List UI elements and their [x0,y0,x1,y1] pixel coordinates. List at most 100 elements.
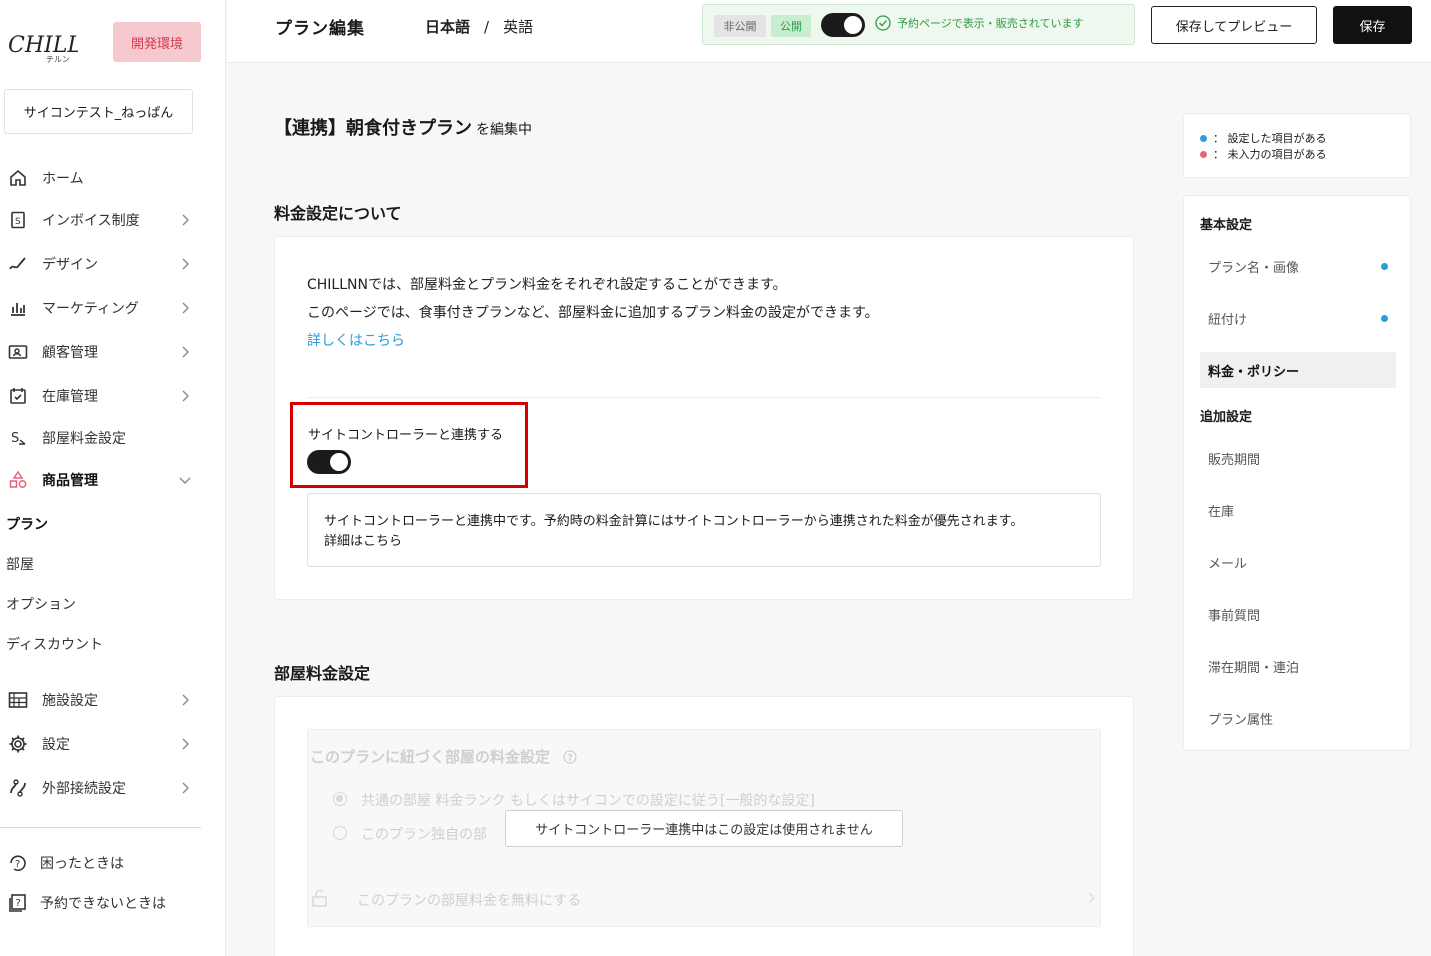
pink-dot-icon [1200,150,1207,158]
nav-products[interactable]: 商品管理 [0,460,226,500]
nav-customer[interactable]: 顧客管理 [0,332,226,372]
account-selector[interactable]: サイコンテスト_ねっぱん [4,89,193,134]
info-detail-link[interactable]: 詳細はこちら [324,532,1084,552]
toc-stock[interactable]: 在庫 [1200,492,1396,528]
chevron-down-icon [179,477,191,484]
site-controller-label: サイトコントローラーと連携する [308,428,504,443]
site-controller-toggle[interactable] [307,450,351,474]
save-button[interactable]: 保存 [1333,6,1412,44]
option-common: 共通の部屋 料金ランク もしくはサイコンでの設定に従う[一般的な設定] [361,793,815,809]
sidebar-divider [0,827,201,828]
section-room-price-title: 部屋料金設定 [274,664,371,683]
nav-design-label: デザイン [42,257,98,273]
desc-line-1: CHILLNNでは、部屋料金とプラン料金をそれぞれ設定することができます。 [307,277,787,293]
lang-separator: / [484,18,490,36]
room-price-setting-title: このプランに紐づく部屋の料金設定 ? [310,746,577,767]
chevron-right-icon [182,738,189,750]
lang-ja-tab[interactable]: 日本語 [425,18,470,36]
chevron-right-icon [182,346,189,358]
nav-inventory[interactable]: 在庫管理 [0,376,226,416]
option-custom: このプラン独自の部 [361,827,487,843]
nav-sub-plan[interactable]: プラン [6,514,48,534]
calendar-icon [8,386,28,406]
nav-marketing[interactable]: マーケティング [0,288,226,328]
toc-linking[interactable]: 紐付け [1200,300,1396,336]
legend-set-label: ： 設定した項目がある [1213,132,1327,145]
svg-text:?: ? [568,754,573,764]
chevron-right-icon [182,782,189,794]
nav-settings[interactable]: 設定 [0,724,226,764]
site-controller-info: サイトコントローラーと連携中です。予約時の料金計算にはサイトコントローラーから連… [307,493,1101,567]
help-circle-icon: ? [563,750,577,764]
toc-questions[interactable]: 事前質問 [1200,596,1396,632]
nav-invoice[interactable]: S インボイス制度 [0,200,226,240]
private-pill[interactable]: 非公開 [714,15,766,37]
nav-external-label: 外部接続設定 [42,781,126,797]
nav-sub-option[interactable]: オプション [6,594,76,614]
card-divider [307,397,1101,398]
help-icon: ? [8,853,28,873]
nav-sub-room[interactable]: 部屋 [6,554,34,574]
chevron-right-icon [182,302,189,314]
env-badge: 開発環境 [113,22,201,62]
plan-name: 【連携】朝食付きプラン [274,118,472,139]
shapes-icon [8,470,28,490]
nav-sub-discount[interactable]: ディスカウント [6,634,103,654]
toc-plan-attributes[interactable]: プラン属性 [1200,700,1396,736]
editing-suffix: を編集中 [476,122,532,138]
toc-pricing-policy[interactable]: 料金・ポリシー [1200,352,1396,388]
publish-toggle[interactable] [821,13,865,37]
radio-custom[interactable] [333,826,347,840]
nav-external[interactable]: 外部接続設定 [0,768,226,808]
legend-missing-label: ： 未入力の項目がある [1213,148,1327,161]
status-text: 予約ページで表示・販売されています [897,17,1084,30]
nav-marketing-label: マーケティング [42,301,139,317]
blue-dot-icon [1200,134,1207,142]
toc-sale-period[interactable]: 販売期間 [1200,440,1396,476]
nav-facility[interactable]: 施設設定 [0,680,226,720]
chart-icon [8,298,28,318]
toc-linking-label: 紐付け [1208,312,1248,328]
question-icon: ? [8,893,28,913]
customer-icon [8,342,28,362]
settings-toc: 基本設定 プラン名・画像 紐付け 料金・ポリシー 追加設定 販売期間 在庫 メー… [1183,195,1411,751]
toc-stay-period[interactable]: 滞在期間・連泊 [1200,648,1396,684]
toc-plan-name[interactable]: プラン名・画像 [1200,248,1396,284]
header: プラン編集 日本語 / 英語 非公開 公開 予約ページで表示・販売されています 保存… [227,0,1431,63]
pricing-description: CHILLNNでは、部屋料金とプラン料金をそれぞれ設定することができます。 この… [307,271,879,355]
nav-facility-label: 施設設定 [42,693,98,709]
desc-line-2: このページでは、食事付きプランなど、部屋料金に追加するプラン料金の設定ができます… [307,305,879,321]
nav-help[interactable]: ? 困ったときは [0,843,226,883]
chillnn-logo[interactable]: CHILLNN チルン [6,22,78,64]
radio-common[interactable] [333,792,347,806]
nav-cannot-book[interactable]: ? 予約できないときは [0,883,226,923]
toc-basic-head: 基本設定 [1200,218,1253,233]
toc-mail[interactable]: メール [1200,544,1396,580]
public-pill[interactable]: 公開 [771,15,811,37]
chevron-right-icon [1088,892,1095,904]
status-message: 予約ページで表示・販売されています [875,15,1083,31]
save-preview-button[interactable]: 保存してプレビュー [1151,6,1317,44]
chevron-right-icon [182,694,189,706]
chevron-right-icon [182,390,189,402]
blue-dot-icon [1381,262,1388,270]
nav-customer-label: 顧客管理 [42,345,98,361]
toc-extra-head: 追加設定 [1200,410,1253,425]
toc-plan-name-label: プラン名・画像 [1208,260,1300,276]
design-icon [8,254,28,274]
nav-cannot-book-label: 予約できないときは [40,896,166,912]
home-icon [8,168,28,188]
chevron-right-icon [182,258,189,270]
lang-en-tab[interactable]: 英語 [503,18,533,36]
nav-room-price-label: 部屋料金設定 [42,431,126,447]
yen-icon: S [8,428,28,448]
language-switch: 日本語 / 英語 [425,16,533,37]
nav-design[interactable]: デザイン [0,244,226,284]
chevron-right-icon [182,214,189,226]
page-header-title: プラン編集 [275,19,365,39]
nav-home[interactable]: ホーム [0,158,226,198]
section-pricing-title: 料金設定について [274,204,402,223]
learn-more-link[interactable]: 詳しくはこちら [307,327,879,355]
nav-room-price[interactable]: S 部屋料金設定 [0,418,226,458]
free-room-option[interactable]: このプランの部屋料金を無料にする [357,890,581,910]
